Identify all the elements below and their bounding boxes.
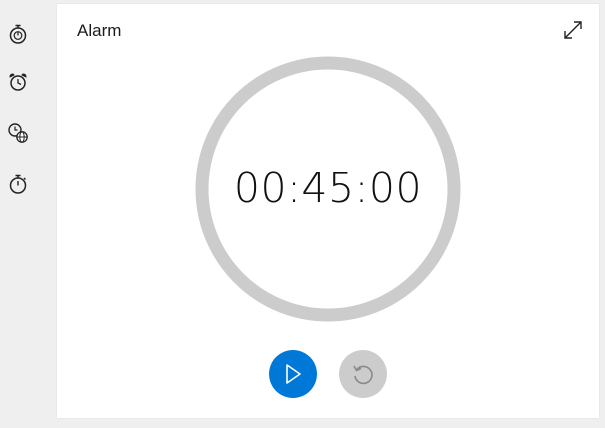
expand-icon [564,21,582,39]
sidebar-item-timer[interactable] [2,18,34,50]
timer-card: Alarm 00:45:00 [57,4,599,418]
timer-icon [9,24,27,44]
play-button[interactable] [269,350,317,398]
reset-button[interactable] [339,350,387,398]
sidebar-nav [0,0,50,428]
play-icon [286,364,301,384]
alarm-clock-icon [9,73,27,91]
time-display: 00:45:00 [233,164,423,212]
sidebar-item-alarm[interactable] [2,66,34,98]
sidebar-item-world-clock[interactable] [2,117,34,149]
reset-icon [353,365,373,385]
clock-app: Alarm 00:45:00 [0,0,605,428]
world-clock-icon [8,123,28,143]
card-title: Alarm [77,21,122,40]
expand-button[interactable] [561,18,585,42]
stopwatch-icon [9,174,27,194]
sidebar-item-stopwatch[interactable] [2,168,34,200]
